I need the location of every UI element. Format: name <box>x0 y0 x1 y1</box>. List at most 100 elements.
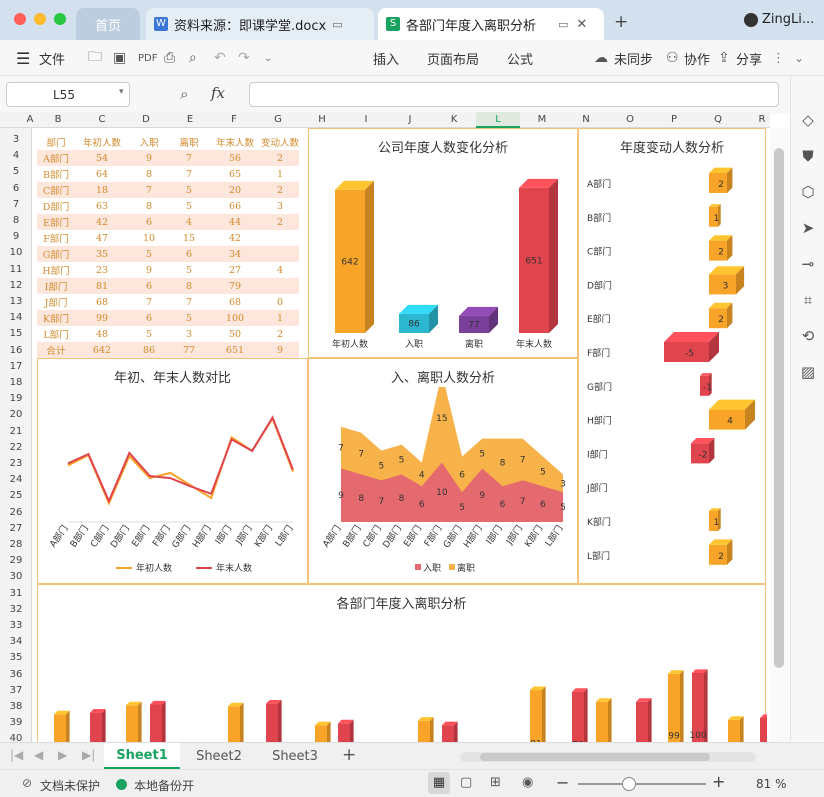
table-cell[interactable]: 7 <box>169 150 209 166</box>
column-header-cell[interactable]: Q <box>696 112 740 128</box>
shapes-icon[interactable]: ◇ <box>798 110 818 130</box>
chart-bar[interactable] <box>442 721 458 742</box>
row-header-cell[interactable]: 11 <box>0 262 32 278</box>
column-header-cell[interactable]: B <box>36 112 80 128</box>
backup-status[interactable]: 本地备份开 <box>134 777 194 794</box>
table-cell[interactable]: 63 <box>75 198 129 214</box>
row-header-cell[interactable]: 9 <box>0 229 32 245</box>
unsynced-status[interactable]: 未同步 <box>614 40 653 76</box>
chart-change[interactable]: 年度变动人数分析 A部门 2 B部门 1 C部门 2 D部门 3 E部门 2 F部门 -5 G部门 -1 H… <box>578 128 766 584</box>
sheet-tab-1[interactable]: Sheet1 <box>104 743 180 769</box>
table-cell[interactable]: 79 <box>209 278 261 294</box>
zoom-level[interactable]: 81 % <box>756 777 787 791</box>
row-header-cell[interactable]: 28 <box>0 537 32 553</box>
table-cell[interactable]: 1 <box>261 166 299 182</box>
slider-icon[interactable]: ⊸ <box>798 254 818 274</box>
column-header-cell[interactable]: C <box>80 112 124 128</box>
table-cell[interactable]: 7 <box>169 166 209 182</box>
minimize-window-button[interactable] <box>34 13 46 25</box>
row-header-cell[interactable]: 7 <box>0 197 32 213</box>
chart-bar[interactable] <box>54 710 70 742</box>
table-cell[interactable]: 77 <box>169 342 209 358</box>
row-header-cell[interactable]: 23 <box>0 456 32 472</box>
chart-bar[interactable] <box>266 700 282 742</box>
table-cell[interactable] <box>261 278 299 294</box>
table-cell[interactable]: L部门 <box>37 326 75 342</box>
column-header-cell[interactable]: P <box>652 112 696 128</box>
crop-icon[interactable]: ⌗ <box>798 290 818 310</box>
row-header-cell[interactable]: 15 <box>0 326 32 342</box>
tab-spreadsheet[interactable]: S 各部门年度入离职分析 ▭ ✕ <box>378 8 604 40</box>
row-header-cell[interactable]: 34 <box>0 634 32 650</box>
sheet-tab-3[interactable]: Sheet3 <box>258 743 332 769</box>
table-cell[interactable]: 34 <box>209 246 261 262</box>
table-cell[interactable]: B部门 <box>37 166 75 182</box>
normal-view-icon[interactable]: ▦ <box>428 772 450 794</box>
table-cell[interactable]: 2 <box>261 326 299 342</box>
name-box[interactable]: L55 ▾ <box>6 82 130 107</box>
table-cell[interactable]: F部门 <box>37 230 75 246</box>
row-header-cell[interactable]: 37 <box>0 683 32 699</box>
table-cell[interactable]: H部门 <box>37 262 75 278</box>
table-cell[interactable]: 8 <box>169 278 209 294</box>
column-header-cell[interactable]: L <box>476 112 520 128</box>
table-header-cell[interactable]: 离职 <box>169 134 209 150</box>
column-header-cell[interactable]: G <box>256 112 300 128</box>
table-cell[interactable]: 54 <box>75 150 129 166</box>
zoom-search-icon[interactable]: ⌕ <box>180 85 188 103</box>
pointer-icon[interactable]: ➤ <box>798 218 818 238</box>
row-header-cell[interactable]: 17 <box>0 359 32 375</box>
row-header-cell[interactable]: 8 <box>0 213 32 229</box>
table-cell[interactable]: 5 <box>129 246 169 262</box>
table-cell[interactable]: 6 <box>129 310 169 326</box>
table-cell[interactable]: 6 <box>129 214 169 230</box>
row-header-cell[interactable]: 16 <box>0 343 32 359</box>
row-header-cell[interactable]: 31 <box>0 586 32 602</box>
scroll-thumb[interactable] <box>480 753 710 761</box>
chart-bar[interactable] <box>126 701 142 742</box>
pdf-icon[interactable]: PDF <box>138 40 157 76</box>
table-cell[interactable]: 2 <box>261 214 299 230</box>
chart-company-annual[interactable]: 公司年度人数变化分析 642 年初人数 86 入职 77 离职 651 年末人数 <box>308 128 578 358</box>
row-header-cell[interactable]: 38 <box>0 699 32 715</box>
fx-icon[interactable]: fx <box>211 84 225 102</box>
table-header-cell[interactable]: 变动人数 <box>261 134 299 150</box>
table-cell[interactable]: 6 <box>129 278 169 294</box>
table-cell[interactable]: 20 <box>209 182 261 198</box>
zoom-in-button[interactable]: + <box>712 772 725 791</box>
new-tab-button[interactable]: + <box>614 12 628 32</box>
row-header-cell[interactable]: 3 <box>0 132 32 148</box>
data-table[interactable]: 部门 年初人数 入职 离职 年末人数 变动人数 A部门 54 9 7 56 2 B部门 64 8 7 65 1 C部… <box>37 134 299 358</box>
table-cell[interactable]: 2 <box>261 182 299 198</box>
row-header-cell[interactable]: 25 <box>0 488 32 504</box>
prev-sheet-icon[interactable]: ◀ <box>34 748 43 762</box>
row-header-cell[interactable]: 12 <box>0 278 32 294</box>
row-header-cell[interactable]: 24 <box>0 472 32 488</box>
table-cell[interactable]: 5 <box>169 262 209 278</box>
column-header-cell[interactable]: I <box>344 112 388 128</box>
tab-docx[interactable]: W 资料来源：即课学堂.docx ▭ <box>146 8 374 40</box>
table-cell[interactable]: 42 <box>75 214 129 230</box>
table-cell[interactable]: 15 <box>169 230 209 246</box>
table-cell[interactable]: 4 <box>261 262 299 278</box>
table-header-cell[interactable]: 入职 <box>129 134 169 150</box>
table-cell[interactable] <box>261 246 299 262</box>
zoom-slider[interactable] <box>578 777 706 791</box>
row-header-cell[interactable]: 19 <box>0 391 32 407</box>
row-header-cell[interactable]: 32 <box>0 602 32 618</box>
chart-area[interactable]: 入、离职人数分析 9 7 8 7 7 5 8 5 6 4 10 15 5 6 9 5 6 8 7 7 6 5 5 3 A部门 B部… <box>308 358 578 584</box>
protect-status[interactable]: 文档未保护 <box>40 777 100 794</box>
chart-bar[interactable] <box>596 698 612 742</box>
row-header-cell[interactable]: 22 <box>0 440 32 456</box>
table-cell[interactable]: 1 <box>261 310 299 326</box>
file-menu[interactable]: 文件 <box>39 40 65 76</box>
row-header-cell[interactable]: 10 <box>0 245 32 261</box>
sheet-grid[interactable]: 部门 年初人数 入职 离职 年末人数 变动人数 A部门 54 9 7 56 2 B部门 64 8 7 65 1 C部… <box>32 128 770 742</box>
table-cell[interactable]: 100 <box>209 310 261 326</box>
table-cell[interactable]: 86 <box>129 342 169 358</box>
table-cell[interactable]: 35 <box>75 246 129 262</box>
table-cell[interactable]: 2 <box>261 150 299 166</box>
table-cell[interactable]: I部门 <box>37 278 75 294</box>
format-icon[interactable]: ⬡ <box>798 182 818 202</box>
row-header-cell[interactable]: 27 <box>0 521 32 537</box>
